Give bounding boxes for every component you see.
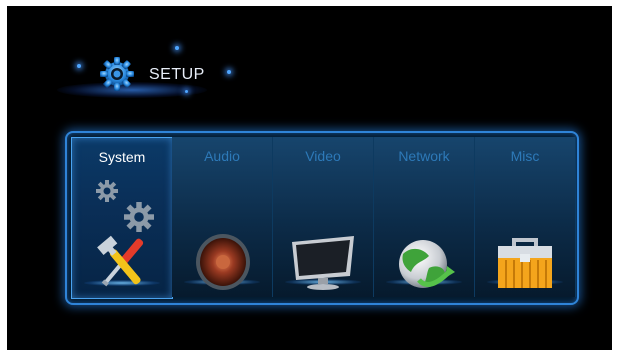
gear-icon (99, 56, 135, 92)
tab-audio[interactable]: Audio (172, 137, 273, 297)
sparkle (77, 64, 81, 68)
tools-icon (97, 235, 144, 287)
sparkle (185, 90, 188, 93)
toolbox-icon (498, 238, 552, 288)
setup-menu-panel: System Audio Video Network Misc (65, 131, 579, 305)
tab-misc[interactable]: Misc (475, 137, 576, 297)
tab-network[interactable]: Network (374, 137, 475, 297)
tab-label: Network (398, 148, 450, 164)
tab-label: Video (305, 148, 341, 164)
setup-header: SETUP (47, 46, 267, 106)
sparkle (175, 46, 179, 50)
tab-video[interactable]: Video (273, 137, 374, 297)
globe-icon (399, 240, 455, 288)
speaker-icon (196, 234, 250, 290)
monitor-icon (292, 236, 354, 290)
tab-system[interactable]: System (71, 137, 173, 299)
page-title: SETUP (149, 66, 205, 83)
sparkle (227, 70, 231, 74)
gear-icon (124, 202, 154, 232)
tab-label: System (98, 149, 146, 165)
tab-label: Misc (510, 148, 540, 164)
gear-icon (96, 180, 118, 202)
tab-label: Audio (204, 148, 240, 164)
setup-screen: SETUP System Audio Video Network Misc (7, 6, 612, 350)
